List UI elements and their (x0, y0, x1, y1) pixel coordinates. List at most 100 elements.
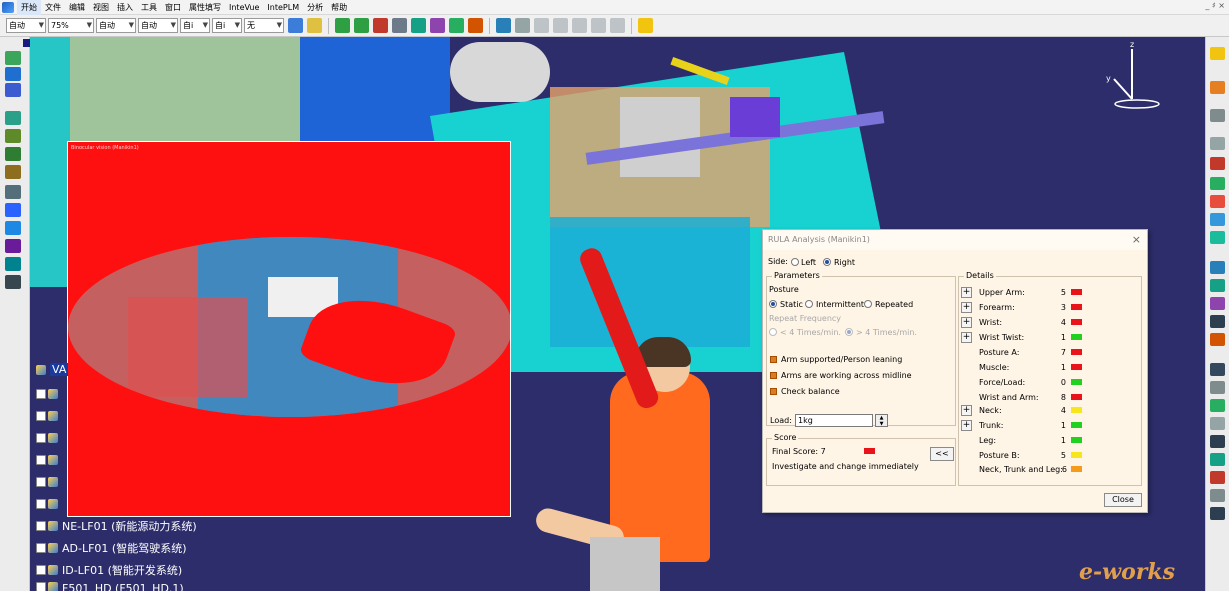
resize-icon[interactable] (5, 83, 21, 97)
constraint-icon[interactable] (5, 129, 21, 143)
array-icon[interactable] (5, 221, 21, 235)
grid-icon[interactable] (5, 203, 21, 217)
arms-midline-checkbox[interactable] (770, 372, 777, 379)
rula-icon[interactable] (1210, 261, 1225, 274)
camera-icon[interactable] (1210, 363, 1225, 376)
section-icon[interactable] (449, 18, 464, 33)
close-button[interactable]: Close (1104, 493, 1142, 507)
carry-icon[interactable] (1210, 315, 1225, 328)
compass-widget[interactable]: z y (1102, 39, 1172, 114)
line-type-combo[interactable]: 自动 ▼ (138, 18, 178, 33)
menu-insert[interactable]: 插入 (113, 0, 137, 15)
distance-icon[interactable] (430, 18, 445, 33)
assembly-icon[interactable] (5, 111, 21, 125)
neck-expand-button[interactable]: + (961, 405, 972, 416)
collapse-details-button[interactable]: << (930, 447, 954, 461)
check-balance-checkbox[interactable] (770, 388, 777, 395)
menu-tools[interactable]: 工具 (137, 0, 161, 15)
paint-brush-icon[interactable] (288, 18, 303, 33)
arm-supported-checkbox[interactable] (770, 356, 777, 363)
glasses-icon[interactable] (1210, 435, 1225, 448)
wrist-twist-expand-button[interactable]: + (961, 332, 972, 343)
hand-icon[interactable] (1210, 109, 1225, 122)
menu-start[interactable]: 开始 (17, 0, 41, 15)
tree-node-f501[interactable]: F501_HD (F501_HD.1) (36, 582, 184, 591)
repeat-more-radio[interactable] (845, 328, 853, 336)
scroll-up-arrow[interactable] (23, 39, 30, 47)
settings-icon[interactable] (610, 18, 625, 33)
menu-file[interactable]: 文件 (41, 0, 65, 15)
table-icon[interactable] (553, 18, 568, 33)
menu-view[interactable]: 视图 (89, 0, 113, 15)
menu-attribute-fill[interactable]: 属性填写 (185, 0, 225, 15)
catalog-icon[interactable] (496, 18, 511, 33)
record-icon[interactable] (1210, 453, 1225, 466)
tree-node-collapsed[interactable] (36, 408, 62, 423)
ik-icon[interactable] (1210, 195, 1225, 208)
vision-icon[interactable] (1210, 137, 1225, 150)
sphere-icon[interactable] (5, 239, 21, 253)
tool-icon[interactable] (5, 275, 21, 289)
document-icon[interactable] (515, 18, 530, 33)
help-icon[interactable] (1210, 381, 1225, 394)
upper-arm-expand-button[interactable]: + (961, 287, 972, 298)
manikin-posture-icon[interactable] (1210, 47, 1225, 60)
table-icon[interactable] (5, 147, 21, 161)
manipulate-icon[interactable] (373, 18, 388, 33)
render-style-combo[interactable]: 自i ▼ (212, 18, 242, 33)
layer-combo[interactable]: 无 ▼ (244, 18, 284, 33)
globe-icon[interactable] (5, 257, 21, 271)
analysis-icon[interactable] (1210, 231, 1225, 244)
line-thickness-combo[interactable]: 自动 ▼ (96, 18, 136, 33)
wrist-expand-button[interactable]: + (961, 317, 972, 328)
painter-icon[interactable] (307, 18, 322, 33)
analysis-icon[interactable] (468, 18, 483, 33)
load-spinner[interactable]: ▲ ▼ (875, 414, 888, 427)
tree-node-id-lf01[interactable]: ID-LF01 (智能开发系统) (36, 562, 182, 577)
posture-repeated-radio[interactable] (864, 300, 872, 308)
tree-node-ne-lf01[interactable]: NE-LF01 (新能源动力系统) (36, 518, 197, 533)
anthropometry-icon[interactable] (1210, 213, 1225, 226)
tree-node-collapsed[interactable] (36, 496, 62, 511)
posture-static-radio[interactable] (769, 300, 777, 308)
vision-window[interactable]: Binocular vision (Manikin1) (67, 141, 511, 517)
catalog-icon[interactable] (5, 165, 21, 179)
properties-icon[interactable] (534, 18, 549, 33)
layout-icon[interactable] (5, 185, 21, 199)
tree-root[interactable]: VA (36, 362, 69, 377)
reference-icon[interactable] (1210, 417, 1225, 430)
transparency-combo[interactable]: 75% ▼ (48, 18, 94, 33)
tree-node-collapsed[interactable] (36, 474, 62, 489)
window-controls[interactable]: _ ♯ × (1205, 1, 1225, 10)
walk-icon[interactable] (1210, 399, 1225, 412)
side-right-radio[interactable] (823, 258, 831, 266)
menu-edit[interactable]: 编辑 (65, 0, 89, 15)
move-icon[interactable] (5, 67, 21, 81)
posture-intermittent-radio[interactable] (805, 300, 813, 308)
color-combo[interactable]: 自动 ▼ (6, 18, 46, 33)
menu-help[interactable]: 帮助 (327, 0, 351, 15)
lift-icon[interactable] (1210, 279, 1225, 292)
close-icon[interactable]: × (1132, 233, 1141, 246)
push-pull-icon[interactable] (1210, 297, 1225, 310)
clash-icon[interactable] (411, 18, 426, 33)
biomechanics-icon[interactable] (1210, 333, 1225, 346)
posture-edit-icon[interactable] (1210, 177, 1225, 190)
move-compass-icon[interactable] (335, 18, 350, 33)
menu-analysis[interactable]: 分析 (303, 0, 327, 15)
tree-node-ad-lf01[interactable]: AD-LF01 (智能驾驶系统) (36, 540, 187, 555)
side-left-radio[interactable] (791, 258, 799, 266)
product-icon[interactable] (5, 51, 21, 65)
save-icon[interactable] (1210, 507, 1225, 520)
repeat-less-radio[interactable] (769, 328, 777, 336)
menu-window[interactable]: 窗口 (161, 0, 185, 15)
tree-node-collapsed[interactable] (36, 386, 62, 401)
tree-node-collapsed[interactable] (36, 430, 62, 445)
measure-icon[interactable] (392, 18, 407, 33)
constraint-icon[interactable] (1210, 471, 1225, 484)
manikin-icon[interactable] (638, 18, 653, 33)
select-icon[interactable] (1210, 81, 1225, 94)
export-icon[interactable] (591, 18, 606, 33)
reach-icon[interactable] (1210, 157, 1225, 170)
forearm-expand-button[interactable]: + (961, 302, 972, 313)
